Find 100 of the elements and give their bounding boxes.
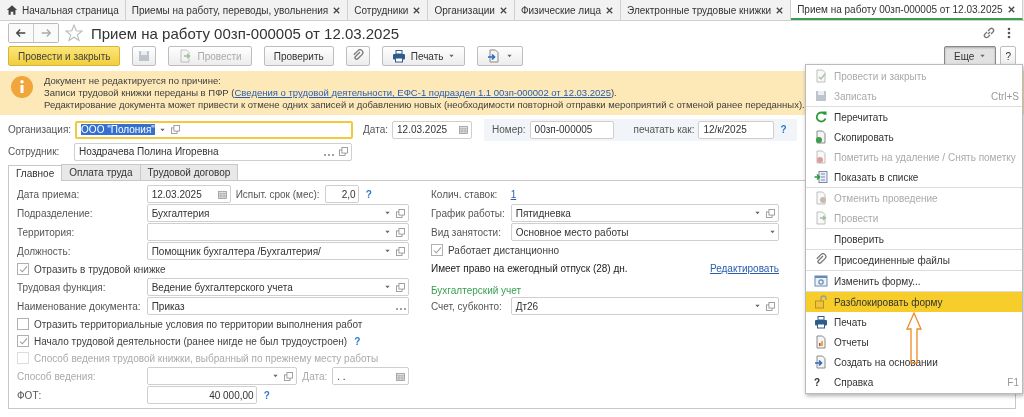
field-label: Трудовая функция: bbox=[17, 281, 107, 293]
select-field[interactable]: Помощник бухгалтера /Бухгалтерия/ bbox=[146, 242, 409, 260]
menu-item[interactable]: Скопировать bbox=[806, 127, 1022, 147]
tab[interactable]: Прием на работу 00зп-000005 от 12.03.2025 bbox=[791, 0, 1023, 20]
menu-item[interactable]: Печать bbox=[806, 312, 1022, 332]
menu-item[interactable]: ? Справка F1 bbox=[806, 372, 1022, 392]
document-icon bbox=[178, 49, 193, 63]
tab[interactable]: Приемы на работу, переводы, увольнения bbox=[125, 0, 349, 20]
dropdown-field[interactable]: Основное место работы bbox=[510, 223, 779, 241]
tab[interactable]: Сотрудники bbox=[348, 0, 429, 20]
menu-button[interactable]: Еще bbox=[944, 46, 997, 66]
caret-icon bbox=[769, 229, 776, 235]
field-label: График работы: bbox=[431, 207, 505, 219]
tab[interactable]: Главное bbox=[8, 165, 63, 181]
caret-icon bbox=[384, 229, 391, 235]
open-icon bbox=[169, 124, 181, 135]
notice-text: Записи трудовой книжки переданы в ПФР (Сведения о трудовой деятельности, ЕФС-1 подраздел 1.1 00зп-000002 от 12.03.2025). bbox=[44, 87, 617, 99]
checkmark-icon bbox=[431, 244, 443, 256]
select-field[interactable] bbox=[146, 223, 409, 241]
open-icon bbox=[338, 146, 349, 157]
number-field[interactable]: 2,0 bbox=[324, 185, 359, 203]
document-link[interactable]: Сведения о трудовой деятельности, ЕФС-1 подраздел 1.1 00зп-000002 от 12.03.2025 bbox=[234, 87, 611, 98]
select-field[interactable]: Бухгалтерия bbox=[146, 204, 409, 222]
document-icon bbox=[814, 191, 828, 205]
menu-item[interactable]: Создать на основании bbox=[806, 352, 1022, 372]
icon-button[interactable] bbox=[477, 46, 524, 66]
checkbox[interactable] bbox=[17, 335, 29, 347]
menu-button[interactable]: Печать bbox=[381, 46, 466, 66]
help-link[interactable]: ? bbox=[352, 335, 363, 347]
caret-icon bbox=[979, 53, 987, 59]
tab[interactable]: Физические лица bbox=[514, 0, 622, 20]
caret-icon bbox=[272, 373, 280, 379]
checkbox[interactable] bbox=[17, 318, 29, 330]
menu-item[interactable]: Проверить bbox=[806, 229, 1022, 249]
help-link[interactable]: ? bbox=[778, 124, 789, 135]
star-icon bbox=[65, 24, 83, 42]
tab[interactable]: Электронные трудовые книжки bbox=[621, 0, 792, 20]
field-label: Должность: bbox=[17, 245, 72, 257]
button[interactable]: Провести и закрыть bbox=[8, 46, 121, 66]
checkbox-label: Работает дистанционно bbox=[448, 244, 560, 256]
caret-icon bbox=[506, 53, 514, 59]
field-label: ФОТ: bbox=[17, 389, 43, 401]
button[interactable]: ? bbox=[1000, 46, 1016, 66]
back-button[interactable] bbox=[9, 24, 33, 42]
calendar-icon bbox=[216, 188, 228, 200]
help-link[interactable]: ? bbox=[363, 188, 374, 200]
open-icon bbox=[395, 281, 406, 293]
caret-icon bbox=[448, 53, 456, 59]
input-field[interactable]: 12/к/2025 bbox=[698, 120, 775, 139]
select-field[interactable]: Дт26 bbox=[510, 297, 779, 315]
date-field[interactable]: 12.03.2025 bbox=[392, 120, 472, 139]
input-field[interactable]: 00зп-000005 bbox=[529, 120, 614, 139]
help-link[interactable]: ? bbox=[261, 389, 272, 401]
menu-item[interactable]: Отчеты bbox=[806, 332, 1022, 352]
back-arrow-icon bbox=[15, 27, 27, 39]
caret-icon bbox=[158, 126, 166, 133]
forward-arrow-icon bbox=[40, 27, 52, 39]
field-label: Вид занятости: bbox=[431, 226, 502, 238]
tab[interactable]: Организации bbox=[428, 0, 515, 20]
field-label: Номер: bbox=[492, 124, 526, 135]
field-label: Территория: bbox=[17, 226, 76, 238]
menu-item[interactable]: Присоединенные файлы bbox=[806, 250, 1022, 270]
select-field[interactable] bbox=[146, 367, 298, 385]
field-label: Организация: bbox=[8, 124, 72, 135]
open-icon bbox=[395, 245, 406, 257]
select-field[interactable]: ООО "Полония" bbox=[75, 120, 354, 139]
lookup-field[interactable]: Ноздрачева Полина Игоревна bbox=[74, 142, 352, 161]
input-field[interactable]: Приказ bbox=[146, 297, 409, 315]
home-icon bbox=[6, 4, 18, 16]
caret-icon bbox=[754, 303, 761, 309]
open-icon bbox=[395, 226, 406, 238]
caret-icon bbox=[384, 210, 391, 216]
document-arrow-icon bbox=[814, 355, 828, 369]
checkbox[interactable] bbox=[431, 244, 443, 256]
close-icon bbox=[775, 5, 785, 15]
date-field[interactable]: 12.03.2025 bbox=[146, 185, 231, 203]
menu-item[interactable]: Изменить форму... bbox=[806, 271, 1022, 291]
edit-link[interactable]: Редактировать bbox=[709, 263, 779, 274]
button[interactable]: Проверить bbox=[263, 46, 334, 66]
icon-button[interactable] bbox=[345, 46, 370, 66]
notice-title: Документ не редактируется по причине: bbox=[44, 75, 221, 87]
calendar-icon bbox=[458, 124, 469, 135]
select-field[interactable]: Пятидневка bbox=[510, 204, 779, 222]
tab[interactable]: Оплата труда bbox=[61, 164, 141, 180]
menu-item[interactable]: Перечитать bbox=[806, 107, 1022, 127]
select-field[interactable]: Ведение бухгалтерского учета bbox=[146, 278, 409, 296]
list-icon bbox=[814, 170, 828, 184]
close-icon bbox=[412, 5, 422, 15]
menu-item[interactable]: Разблокировать форму bbox=[806, 292, 1022, 312]
tab[interactable]: Трудовой договор bbox=[139, 164, 239, 180]
menu-item[interactable]: Показать в списке bbox=[806, 167, 1022, 187]
number-field[interactable]: 40 000,00 bbox=[146, 386, 257, 404]
checkbox[interactable] bbox=[17, 263, 29, 275]
checkbox-label: Начало трудовой деятельности (ранее нигде не был трудоустроен) bbox=[34, 335, 348, 347]
field-label: Счет, субконто: bbox=[431, 300, 503, 312]
section-heading: Бухгалтерский учет bbox=[431, 284, 523, 296]
link[interactable]: 1 bbox=[510, 188, 517, 200]
field-label: Дата: bbox=[363, 124, 388, 135]
link-icon bbox=[982, 26, 996, 40]
tab[interactable]: Начальная страница bbox=[0, 0, 126, 20]
